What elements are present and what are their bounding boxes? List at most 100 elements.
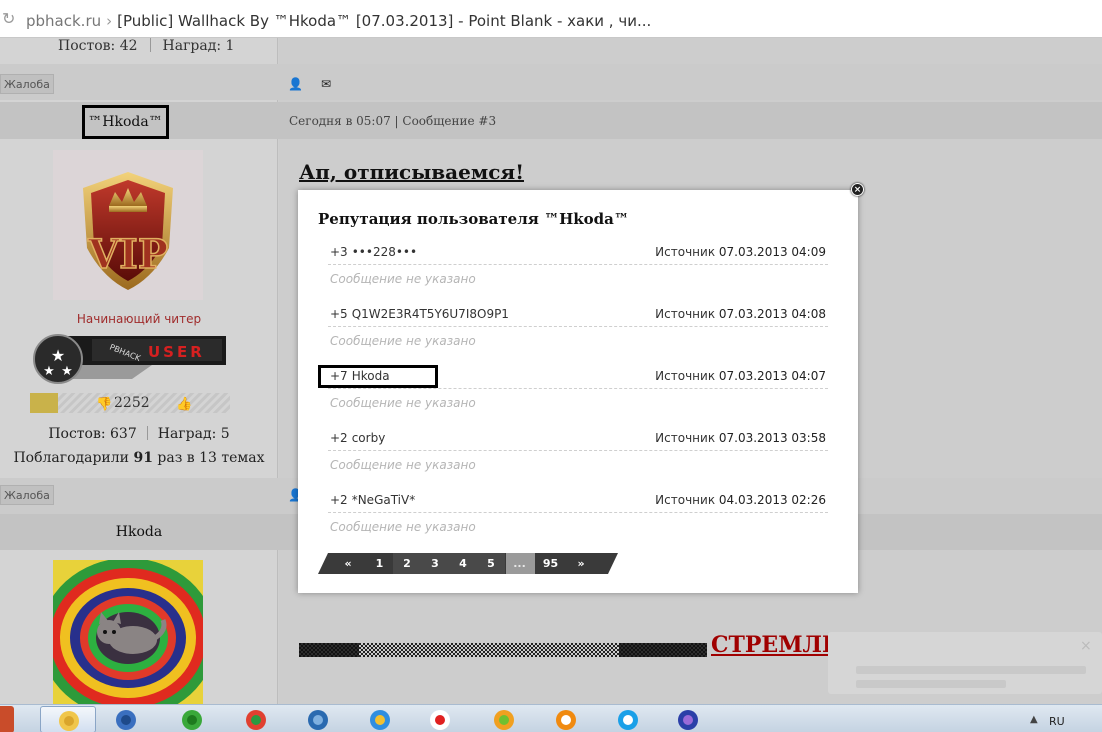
- taskbar-button[interactable]: [600, 706, 656, 732]
- windows-taskbar: ▲ RU: [0, 704, 1102, 732]
- taskbar-button[interactable]: [164, 706, 220, 732]
- page-title: [Public] Wallhack By ™Hkoda™ [07.03.2013…: [117, 12, 652, 30]
- source-link[interactable]: Источник: [655, 431, 715, 445]
- reputation-message: Сообщение не указано: [330, 520, 476, 534]
- url-separator: ›: [106, 12, 113, 30]
- reputation-entry: +2 corby Источник 07.03.2013 03:58 Сообщени…: [328, 425, 828, 487]
- post-meta: Сегодня в 05:07 | Сообщение #3: [289, 114, 497, 128]
- taskbar-button[interactable]: [412, 706, 468, 732]
- taskbar-button[interactable]: [228, 706, 284, 732]
- reputation-date: 07.03.2013 03:58: [718, 431, 826, 445]
- game-icon: [492, 709, 516, 731]
- reputation-source: Источник 04.03.2013 02:26: [655, 493, 826, 507]
- source-link[interactable]: Источник: [655, 245, 715, 259]
- reputation-value: 2252: [114, 395, 150, 411]
- author-stats: Постов: 637 Наград: 5: [0, 426, 278, 442]
- pager-page[interactable]: 95: [534, 553, 567, 574]
- taskbar-button[interactable]: [538, 706, 594, 732]
- vip-avatar: VIP: [53, 150, 203, 300]
- pager-page[interactable]: 5: [477, 553, 505, 574]
- taskbar-button[interactable]: [660, 706, 716, 732]
- thumb-down-icon: 👎: [96, 396, 112, 412]
- pager-page[interactable]: 4: [449, 553, 477, 574]
- source-link[interactable]: Источник: [655, 493, 715, 507]
- pager-page[interactable]: 2: [393, 553, 421, 574]
- pager-next[interactable]: »: [567, 553, 595, 574]
- stars-icon: ★: [51, 346, 65, 365]
- reload-icon[interactable]: ↻: [2, 10, 18, 28]
- reputation-message: Сообщение не указано: [330, 396, 476, 410]
- url-domain: pbhack.ru: [26, 12, 102, 30]
- star-icon: ★: [61, 364, 73, 379]
- reputation-message: Сообщение не указано: [330, 458, 476, 472]
- giver-username[interactable]: •••228•••: [352, 245, 417, 259]
- reputation-source: Источник 07.03.2013 04:07: [655, 369, 826, 383]
- score-value: +3: [330, 245, 348, 259]
- next-author-username[interactable]: Hkoda: [0, 524, 278, 540]
- infinity-icon: [676, 709, 700, 731]
- thanks-count: 91: [133, 450, 153, 466]
- user-rank: Начинающий читер: [76, 312, 202, 326]
- pager-prev[interactable]: «: [330, 553, 366, 574]
- reputation-message: Сообщение не указано: [330, 334, 476, 348]
- pager-page[interactable]: 1: [366, 553, 393, 574]
- star-icon: ★: [43, 364, 55, 379]
- action-row-band: [0, 64, 1102, 100]
- user-group-banner: ★ ★ ★ PBHACK USER: [32, 333, 228, 385]
- complain-button-2[interactable]: Жалоба: [0, 485, 54, 505]
- tray-expand-icon[interactable]: ▲: [1030, 714, 1038, 725]
- reputation-date: 07.03.2013 04:08: [718, 307, 826, 321]
- faded-line: [856, 680, 1006, 688]
- score-value: +5: [330, 307, 348, 321]
- banner-user-text: USER: [148, 343, 205, 361]
- reputation-source: Источник 07.03.2013 03:58: [655, 431, 826, 445]
- complain-button[interactable]: Жалоба: [0, 74, 54, 94]
- awards-count: Наград: 1: [162, 38, 235, 54]
- faded-close-icon: ×: [1080, 638, 1092, 654]
- giver-username[interactable]: *NeGaTiV*: [352, 493, 416, 507]
- language-indicator[interactable]: RU: [1049, 715, 1065, 728]
- signature-gradient-bar: [299, 642, 707, 657]
- taskbar-button[interactable]: [290, 706, 346, 732]
- source-link[interactable]: Источник: [655, 307, 715, 321]
- vip-shield-icon: VIP: [83, 172, 173, 290]
- mail-icon[interactable]: ✉: [320, 78, 332, 90]
- taskbar-button[interactable]: [40, 706, 96, 732]
- pager-page[interactable]: 3: [421, 553, 449, 574]
- thanks-line: Поблагодарили 91 раз в 13 темах: [0, 450, 278, 466]
- taskbar-button[interactable]: [476, 706, 532, 732]
- giver-username[interactable]: corby: [352, 431, 386, 445]
- giver-username[interactable]: Q1W2E3R4T5Y6U7I8O9P1: [352, 307, 509, 321]
- address-text[interactable]: pbhack.ru › [Public] Wallhack By ™Hkoda™ […: [26, 12, 651, 30]
- explorer-icon: [57, 710, 81, 732]
- chrome-icon: [244, 709, 268, 731]
- browser-address-bar[interactable]: ↻ pbhack.ru › [Public] Wallhack By ™Hkoda™…: [0, 0, 1102, 38]
- reputation-date: 04.03.2013 02:26: [718, 493, 826, 507]
- source-link[interactable]: Источник: [655, 369, 715, 383]
- reputation-entry-header: +2 *NeGaTiV* Источник 04.03.2013 02:26: [328, 487, 828, 513]
- r-app-icon: [306, 709, 330, 731]
- thumb-up-icon: 👍: [176, 396, 192, 412]
- network-icon: [180, 709, 204, 731]
- taskbar-button[interactable]: [98, 706, 154, 732]
- reputation-message: Сообщение не указано: [330, 272, 476, 286]
- stats-divider: [146, 426, 148, 440]
- reputation-entry-header: +3 •••228••• Источник 07.03.2013 04:09: [328, 239, 828, 265]
- score-value: +2: [330, 431, 348, 445]
- previous-author-stats: Постов: 42 Наград: 1: [58, 38, 234, 54]
- yandex-icon: [428, 709, 452, 731]
- modal-close-button[interactable]: ×: [851, 183, 864, 196]
- vip-text: VIP: [87, 231, 168, 278]
- reputation-score: +2 corby: [330, 431, 385, 445]
- posts-count: Постов: 42: [58, 38, 138, 54]
- reputation-entry-header: +2 corby Источник 07.03.2013 03:58: [328, 425, 828, 451]
- profile-icon[interactable]: 👤: [288, 78, 303, 90]
- reputation-entry: +5 Q1W2E3R4T5Y6U7I8O9P1 Источник 07.03.201…: [328, 301, 828, 363]
- reputation-entry: +2 *NeGaTiV* Источник 04.03.2013 02:26 Сооб…: [328, 487, 828, 549]
- taskbar-button[interactable]: [352, 706, 408, 732]
- author-username[interactable]: ™Hkoda™: [82, 105, 169, 139]
- ie-icon: [368, 709, 392, 731]
- reputation-entry: +3 •••228••• Источник 07.03.2013 04:09 Сооб…: [328, 239, 828, 301]
- pager-page[interactable]: ...: [505, 553, 534, 574]
- start-button-edge[interactable]: [0, 706, 14, 732]
